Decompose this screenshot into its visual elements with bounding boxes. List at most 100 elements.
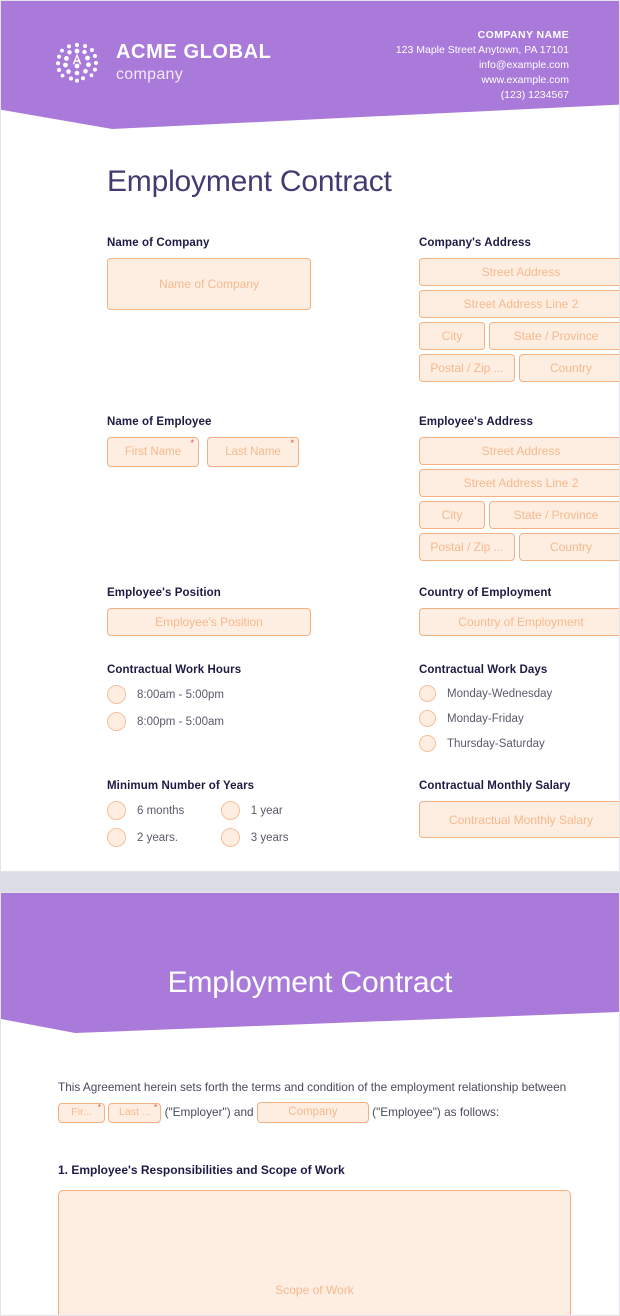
brand-name: ACME GLOBAL [116, 40, 272, 63]
radio-label: Monday-Friday [447, 712, 524, 725]
radio-work-hours-1[interactable]: 8:00pm - 5:00am [107, 712, 361, 731]
placeholder-company-street2: Street Address Line 2 [463, 297, 579, 311]
contact-email: info@example.com [478, 59, 569, 71]
label-company-name: Name of Company [107, 237, 210, 249]
input-employee-city[interactable]: City [419, 501, 485, 529]
input-employee-country[interactable]: Country [519, 533, 619, 561]
required-asterisk: * [290, 438, 294, 448]
input-company-name[interactable]: Name of Company [107, 258, 311, 310]
radio-min-years-0[interactable]: 6 months [107, 801, 203, 820]
brand-tagline: company [116, 65, 184, 83]
radio-label: 8:00pm - 5:00am [137, 715, 224, 728]
globe-icon [51, 37, 103, 89]
radio-min-years-3[interactable]: 3 years [220, 828, 307, 847]
employee-address-fields: Street Address Street Address Line 2 Cit… [419, 437, 619, 561]
radio-label: 6 months [137, 804, 185, 817]
placeholder-employee-state: State / Province [513, 508, 599, 522]
input-employee-zip[interactable]: Postal / Zip ... [419, 533, 515, 561]
field-group-min-years: Minimum Number of Years 6 months 1 year … [107, 780, 361, 847]
input-company-street[interactable]: Street Address [419, 258, 619, 286]
radio-circle-icon [220, 828, 240, 847]
input-company-state[interactable]: State / Province [489, 322, 619, 350]
placeholder-employee-zip: Postal / Zip ... [430, 540, 504, 554]
placeholder-company-country: Country [549, 361, 593, 375]
placeholder-position: Employee's Position [155, 615, 263, 629]
required-asterisk: * [154, 1102, 158, 1112]
input-employee-state[interactable]: State / Province [489, 501, 619, 529]
label-salary: Contractual Monthly Salary [419, 780, 571, 792]
radio-circle-icon [107, 801, 126, 820]
section-1-title: 1. Employee's Responsibilities and Scope… [58, 1163, 345, 1177]
radio-group-work-days: Monday-Wednesday Monday-Friday Thursday-… [419, 685, 585, 752]
input-inline-company[interactable]: Company [256, 1102, 369, 1124]
page2-header-banner: Employment Contract [1, 893, 619, 1033]
radio-circle-icon [419, 710, 436, 727]
placeholder-company-state: State / Province [513, 329, 599, 343]
label-position: Employee's Position [107, 587, 221, 599]
radio-circle-icon [107, 712, 126, 731]
placeholder-inline-last-name: Last ... [119, 1106, 151, 1119]
input-first-name[interactable]: First Name * [107, 437, 199, 467]
input-employee-street2[interactable]: Street Address Line 2 [419, 469, 619, 497]
page1-header-banner: ACME GLOBAL company COMPANY NAME 123 Map… [1, 1, 619, 129]
field-group-employee-name: Name of Employee First Name * Last Name … [107, 416, 361, 561]
input-company-street2[interactable]: Street Address Line 2 [419, 290, 619, 318]
agreement-text-intro: This Agreement herein sets forth the ter… [58, 1080, 567, 1094]
radio-label: Monday-Wednesday [447, 687, 553, 700]
radio-circle-icon [220, 801, 240, 820]
radio-label: 2 years. [137, 831, 178, 844]
input-country-employment[interactable]: Country of Employment [419, 608, 619, 636]
radio-work-days-1[interactable]: Monday-Friday [419, 710, 585, 727]
label-employee-name: Name of Employee [107, 416, 212, 428]
placeholder-employee-street2: Street Address Line 2 [463, 476, 579, 490]
placeholder-employee-country: Country [549, 540, 593, 554]
page-divider [0, 872, 620, 892]
label-min-years: Minimum Number of Years [107, 780, 255, 792]
company-address-fields: Street Address Street Address Line 2 Cit… [419, 258, 619, 382]
input-position[interactable]: Employee's Position [107, 608, 311, 636]
radio-min-years-2[interactable]: 2 years. [107, 828, 203, 847]
input-last-name[interactable]: Last Name * [207, 437, 299, 467]
contact-address: 123 Maple Street Anytown, PA 17101 [395, 44, 569, 56]
page2-title: Employment Contract [167, 966, 453, 999]
placeholder-first-name: First Name [124, 446, 182, 458]
label-employee-address: Employee's Address [419, 416, 534, 428]
radio-work-hours-0[interactable]: 8:00am - 5:00pm [107, 685, 361, 704]
company-contact-block: COMPANY NAME 123 Maple Street Anytown, P… [396, 28, 569, 103]
label-work-days: Contractual Work Days [419, 664, 548, 676]
contract-page-1: ACME GLOBAL company COMPANY NAME 123 Map… [0, 0, 620, 872]
input-company-city[interactable]: City [419, 322, 485, 350]
agreement-paragraph: This Agreement herein sets forth the ter… [58, 1075, 571, 1125]
radio-group-work-hours: 8:00am - 5:00pm 8:00pm - 5:00am [107, 685, 361, 731]
field-group-position: Employee's Position Employee's Position [107, 587, 361, 636]
input-employee-street[interactable]: Street Address [419, 437, 619, 465]
placeholder-inline-company: Company [288, 1106, 338, 1119]
label-country-employment: Country of Employment [419, 587, 552, 599]
field-group-work-days: Contractual Work Days Monday-Wednesday M… [419, 664, 585, 752]
placeholder-company-name: Name of Company [158, 277, 260, 291]
placeholder-inline-first-name: Fir... [71, 1106, 92, 1119]
textarea-scope-of-work[interactable]: Scope of Work [58, 1190, 571, 1315]
input-company-country[interactable]: Country [519, 354, 619, 382]
field-group-company-address: Company's Address Street Address Street … [419, 237, 619, 382]
radio-work-days-2[interactable]: Thursday-Saturday [419, 735, 585, 752]
radio-work-days-0[interactable]: Monday-Wednesday [419, 685, 585, 702]
contract-page-2: Employment Contract This Agreement herei… [0, 892, 620, 1316]
contract-form: Name of Company Name of Company Company'… [1, 237, 619, 871]
placeholder-scope-of-work: Scope of Work [275, 1283, 354, 1297]
input-inline-last-name[interactable]: Last ... * [108, 1102, 162, 1123]
field-group-work-hours: Contractual Work Hours 8:00am - 5:00pm 8… [107, 664, 361, 752]
field-group-company-name: Name of Company Name of Company [107, 237, 361, 382]
radio-circle-icon [107, 685, 126, 704]
input-company-zip[interactable]: Postal / Zip ... [419, 354, 515, 382]
placeholder-salary: Contractual Monthly Salary [448, 812, 594, 827]
placeholder-company-zip: Postal / Zip ... [430, 361, 504, 375]
required-asterisk: * [190, 438, 194, 448]
radio-min-years-1[interactable]: 1 year [220, 801, 307, 820]
placeholder-company-street: Street Address [481, 265, 561, 279]
input-inline-first-name[interactable]: Fir... * [58, 1102, 105, 1123]
input-salary[interactable]: Contractual Monthly Salary [419, 801, 619, 838]
contact-website: www.example.com [481, 74, 569, 86]
radio-group-min-years: 6 months 1 year 2 years. 3 years [107, 801, 307, 847]
contact-phone: (123) 1234567 [500, 89, 569, 101]
